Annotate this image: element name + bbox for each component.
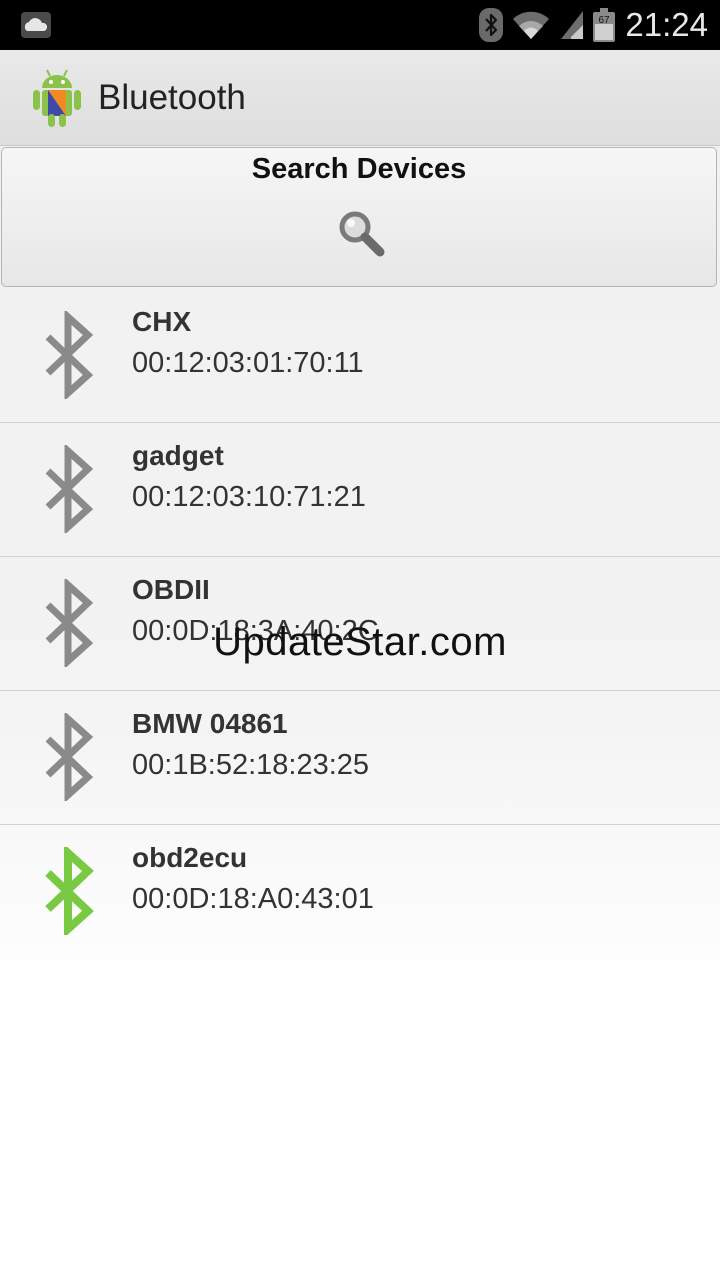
- device-address: 00:12:03:10:71:21: [132, 481, 366, 513]
- android-robot-icon[interactable]: [30, 68, 84, 128]
- device-name: OBDII: [132, 574, 210, 605]
- wifi-icon: [513, 11, 550, 39]
- device-name: BMW 04861: [132, 708, 288, 739]
- device-row[interactable]: obd2ecu 00:0D:18:A0:43:01: [0, 825, 720, 958]
- search-devices-button[interactable]: Search Devices: [1, 147, 717, 287]
- page-title: Bluetooth: [98, 78, 246, 117]
- battery-level: 67: [599, 15, 611, 26]
- device-row[interactable]: CHX 00:12:03:01:70:11: [0, 289, 720, 423]
- cell-signal-icon: [561, 11, 584, 39]
- device-address: 00:1B:52:18:23:25: [132, 749, 370, 781]
- search-devices-label: Search Devices: [251, 153, 467, 185]
- status-bar: 67 21:24: [0, 0, 720, 50]
- action-bar: Bluetooth: [0, 50, 720, 146]
- bluetooth-connected-icon: [45, 847, 94, 935]
- clock: 21:24: [625, 6, 708, 43]
- device-name: gadget: [132, 440, 224, 471]
- device-row[interactable]: BMW 04861 00:1B:52:18:23:25: [0, 691, 720, 825]
- device-address: 00:0D:18:A0:43:01: [132, 883, 374, 915]
- watermark: UpdateStar.com: [213, 620, 507, 664]
- bluetooth-icon: [45, 713, 94, 801]
- device-name: obd2ecu: [132, 842, 248, 873]
- device-name: CHX: [132, 306, 192, 337]
- battery-icon: 67: [593, 8, 616, 42]
- bluetooth-status-icon: [479, 8, 504, 42]
- magnifier-icon: [339, 211, 385, 257]
- bluetooth-icon: [45, 445, 94, 533]
- bluetooth-icon: [45, 311, 94, 399]
- device-row[interactable]: gadget 00:12:03:10:71:21: [0, 423, 720, 557]
- cloud-icon: [21, 12, 51, 38]
- device-address: 00:12:03:01:70:11: [132, 347, 364, 379]
